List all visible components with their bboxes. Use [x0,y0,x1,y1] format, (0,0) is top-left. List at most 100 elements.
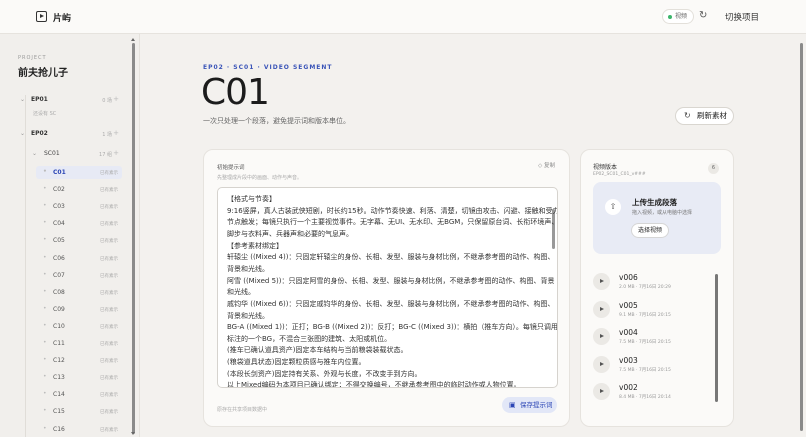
prompt-line: 【格式与节奏】 [227,195,276,203]
top-bar: 片屿 视频 ↻ 切换项目 [0,0,806,34]
page-scrollbar[interactable] [799,38,804,435]
sidebar-item-shot[interactable]: • C13 已有素示 [36,371,122,384]
prompt-textarea[interactable]: 【格式与节奏】 9:16竖屏，真人古装武侠短剧，时长约15秒。动作节奏快速、利落、… [217,187,558,388]
choose-video-button[interactable]: 选择视频 [631,223,669,238]
prompt-line: (粮袋道具状态)固定颗粒质感与推车内位置。 [227,358,366,367]
sidebar-item-shot[interactable]: • C09 已有素示 [36,303,122,316]
play-icon[interactable] [593,300,610,318]
refresh-assets-button[interactable]: ↻ 刷新素材 [675,107,734,125]
shot-label: C09 [53,305,65,313]
refresh-icon: ↻ [684,111,691,120]
version-scrollbar[interactable] [714,268,719,414]
tree-item-sub: 还设有 SC [33,111,57,117]
copy-button[interactable]: ◇ 复制 [538,161,555,169]
sidebar-item-shot[interactable]: • C11 已有素示 [36,337,122,350]
sidebar-item-shot[interactable]: • C04 已有素示 [36,217,122,230]
sidebar-item-shot[interactable]: • C15 已有素示 [36,405,122,418]
dot-icon: • [43,236,47,244]
versions-count-badge: 6 [708,163,719,174]
save-prompt-label: 保存提示词 [520,401,553,409]
add-icon[interactable]: + [113,129,119,137]
tree-item-count: 0 场 [102,98,112,104]
upload-title: 上传生成段落 [632,198,677,207]
dot-icon: • [43,424,47,432]
shot-status: 已有素示 [100,256,118,262]
version-meta: 9.1 MB · 7月16日 20:15 [619,312,671,318]
chevron-down-icon[interactable]: ⌄ [20,96,25,103]
add-icon[interactable]: + [113,149,119,157]
sidebar-kicker: PROJECT [18,55,47,61]
refresh-icon[interactable]: ↻ [699,10,707,21]
sidebar-item-shot[interactable]: • C06 已有素示 [36,252,122,265]
switch-project-button[interactable]: 切换项目 [725,11,759,23]
sidebar-item-shot[interactable]: • C02 已有素示 [36,183,122,196]
shot-label: C15 [53,408,65,416]
page-title: C01 [201,72,270,113]
shot-label: C06 [53,254,65,262]
sidebar-item-shot[interactable]: • C10 已有素示 [36,320,122,333]
sidebar-item-shot[interactable]: • C12 已有素示 [36,354,122,367]
chevron-down-icon[interactable]: ⌄ [32,150,37,157]
play-logo-icon [36,11,47,22]
versions-subtitle: EP02_SC01_C01_v### [593,172,646,177]
chevron-down-icon[interactable]: ⌄ [20,130,25,137]
version-name: v005 [619,300,638,310]
version-name: v006 [619,273,638,282]
shot-status: 已有素示 [100,205,118,211]
sidebar-scrollbar[interactable] [131,38,136,435]
save-icon: ▣ [509,401,516,409]
version-meta: 8.4 MB · 7月16日 20:14 [619,395,671,400]
version-row[interactable]: v003 7.5 MB · 7月16日 20:15 [593,353,713,377]
play-icon[interactable] [593,383,610,400]
dot-icon: • [43,185,47,193]
status-badge: 视频 [662,9,695,24]
play-icon[interactable] [593,328,610,345]
shot-label: C14 [53,391,65,399]
version-row[interactable]: v005 9.1 MB · 7月16日 20:15 [593,298,713,322]
shot-status: 已有素示 [100,393,118,399]
sidebar-item-shot[interactable]: • C01 已有素示 [36,166,122,179]
version-row[interactable]: v006 2.0 MB · 7月16日 20:29 [593,270,713,294]
shot-label: C12 [53,357,65,365]
sidebar-item-shot[interactable]: • C16 已有素示 [36,423,122,436]
shot-label: C01 [53,169,66,176]
prompt-line: BG-A ((Mixed 1))：正打；BG-B ((Mixed 2))：反打；… [227,323,558,332]
play-icon[interactable] [593,273,610,290]
upload-hint: 拖入视频，或从电脑中选择 [632,210,693,216]
copy-label: 复制 [543,163,555,169]
dot-icon: • [43,253,47,261]
tree-item-ep01[interactable]: ⌄ EP01 0 场 + 还设有 SC [0,90,128,117]
version-name: v004 [619,328,638,337]
sidebar-item-shot[interactable]: • C05 已有素示 [36,234,122,247]
add-icon[interactable]: + [113,95,119,103]
tree-item-count: 17 组 [99,152,112,158]
prompt-line: 节点触发；每镜只执行一个主要视觉事件。无字幕、无UI、无水印、无BGM，只保留原… [227,218,558,227]
project-title: 前夫抢儿子 [18,68,68,79]
version-row[interactable]: v004 7.5 MB · 7月16日 20:15 [593,325,713,349]
sidebar-item-shot[interactable]: • C14 已有素示 [36,388,122,401]
shot-label: C07 [53,271,65,279]
versions-card: 视频版本 EP02_SC01_C01_v### 6 ⇧ 上传生成段落 拖入视频，… [580,149,734,427]
dot-icon: • [43,304,47,312]
tree-item-sc01[interactable]: ⌄ SC01 17 组 + [0,146,128,160]
tree-item-count: 1 场 [102,132,112,138]
prompt-line: 轩辕尘 ((Mixed 4))：只固定轩辕尘的身份、长相、发型、服装与身材比例，… [227,253,555,262]
save-prompt-button[interactable]: ▣ 保存提示词 [502,397,557,413]
shot-status: 已有素示 [100,273,118,279]
dot-icon: • [43,339,47,346]
sidebar-item-shot[interactable]: • C03 已有素示 [36,200,122,213]
prompt-line: 脚步与衣料声、兵器声和必要的气息声。 [227,229,353,238]
prompt-line: 以上Mixed编码为本项目已确认绑定；不得交换编号，不继承参考图中的临时动作或人… [227,381,521,388]
prompt-line: 戚钧华 ((Mixed 6))：只固定戚钧华的身份、长相、发型、服装与身材比例，… [227,299,555,308]
dot-icon: • [43,321,47,329]
upload-dropzone[interactable]: ⇧ 上传生成段落 拖入视频，或从电脑中选择 选择视频 [593,182,721,254]
play-icon[interactable] [593,355,610,373]
tree-item-ep02[interactable]: ⌄ EP02 1 场 + [0,126,128,140]
version-row[interactable]: v002 8.4 MB · 7月16日 20:14 [593,380,713,404]
prompt-line: 标注的一个BG，不混合三张图的建筑、太阳或机位。 [227,334,392,343]
shot-status: 已有素示 [100,410,118,416]
sidebar-item-shot[interactable]: • C07 已有素示 [36,269,122,282]
sidebar-item-shot[interactable]: • C08 已有素示 [36,286,122,299]
prompt-footer: 原存在共享项目数据中 [217,407,268,413]
shot-status: 已有素示 [100,188,118,194]
